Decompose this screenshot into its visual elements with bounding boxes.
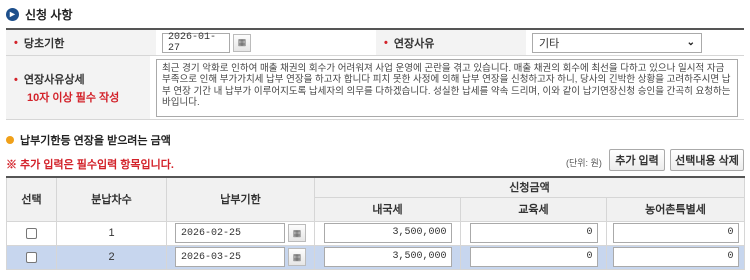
form-row-detail: • 연장사유상세 10자 이상 필수 작성 최근 경기 악화로 인하여 매출 채권… [6,56,744,120]
installment-table: 선택 분납차수 납부기한 신청금액 내국세 교육세 농어촌특별세 1 2026-… [6,176,745,270]
row-date-input[interactable]: 2026-03-25 [175,247,285,267]
rural-tax-input[interactable]: 0 [612,247,739,267]
detail-textarea[interactable]: 최근 경기 악화로 인하여 매출 채권의 회수가 어려워져 사업 운영에 곤란을… [156,58,738,117]
table-row: 2 2026-03-25 ▦ 3,500,000 0 0 [6,244,745,270]
row-checkbox[interactable] [26,251,37,263]
rural-tax-input[interactable]: 0 [612,223,739,243]
required-notice: ※ 추가 입력은 필수입력 항목입니다. [6,159,174,171]
education-tax-input[interactable]: 0 [469,247,598,267]
header-select: 선택 [6,176,57,222]
header-amount-group: 신청금액 [314,176,745,198]
national-tax-input[interactable]: 3,500,000 [323,247,452,267]
arrow-circle-icon: ► [6,7,19,21]
calendar-icon[interactable]: ▦ [288,224,306,242]
row-installment: 2 [56,244,167,270]
amount-section-title: 납부기한등 연장을 받으려는 금액 [6,132,171,148]
unit-label: (단위: 원) [566,158,602,168]
section-header: ► 신청 사항 [6,6,73,22]
national-tax-input[interactable]: 3,500,000 [323,223,452,243]
row-installment: 1 [56,220,167,246]
header-education-tax: 교육세 [460,196,607,222]
form-row-due-date: • 당초기한 2026-01-27 ▦ • 연장사유 기타 ⌄ [6,30,744,56]
row-checkbox[interactable] [26,227,37,239]
bullet-icon [6,136,14,144]
header-due-date: 납부기한 [166,176,315,222]
due-date-input[interactable]: 2026-01-27 [162,32,230,54]
due-date-label: • 당초기한 [6,30,156,55]
calendar-icon[interactable]: ▦ [233,33,251,52]
row-date-input[interactable]: 2026-02-25 [175,223,285,243]
add-input-button[interactable]: 추가 입력 [609,149,665,171]
application-form: • 당초기한 2026-01-27 ▦ • 연장사유 기타 ⌄ • 연장사유상세 10… [6,28,744,120]
chevron-down-icon: ⌄ [686,37,695,48]
table-row: 1 2026-02-25 ▦ 3,500,000 0 0 [6,220,745,246]
detail-label: • 연장사유상세 10자 이상 필수 작성 [6,56,150,119]
delete-selected-button[interactable]: 선택내용 삭제 [670,149,744,171]
calendar-icon[interactable]: ▦ [288,248,306,266]
education-tax-input[interactable]: 0 [469,223,598,243]
detail-required-note: 10자 이상 필수 작성 [27,91,120,104]
reason-label: • 연장사유 [376,30,526,55]
header-rural-tax: 농어촌특별세 [606,196,745,222]
section-title: 신청 사항 [25,7,73,22]
header-installment: 분납차수 [56,176,167,222]
reason-select[interactable]: 기타 ⌄ [532,32,702,53]
header-national-tax: 내국세 [314,196,461,222]
